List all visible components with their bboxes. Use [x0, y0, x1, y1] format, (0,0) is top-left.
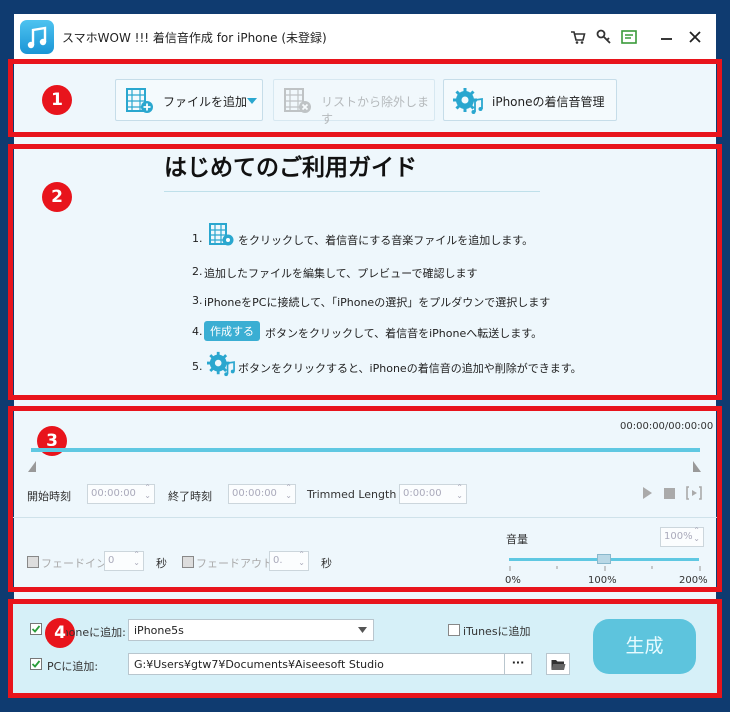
badge-1: 1 [42, 85, 72, 115]
volume-mid-label: 100% [588, 575, 617, 586]
minimize-icon[interactable] [658, 28, 676, 46]
play-icon[interactable] [641, 486, 653, 500]
iphone-device-select[interactable]: iPhone5s [128, 619, 374, 641]
trim-preview-icon[interactable] [686, 486, 702, 500]
film-remove-icon [284, 88, 311, 113]
itunes-add-checkbox[interactable] [448, 624, 460, 636]
folder-icon [551, 660, 566, 670]
guide-step-2: 2. 追加したファイルを編集して、プレビューで確認します [192, 265, 478, 280]
fadeout-input[interactable]: 0. [269, 551, 309, 571]
fadeout-sec-label: 秒 [321, 557, 332, 570]
edit-divider [13, 517, 717, 518]
volume-slider[interactable] [509, 554, 699, 564]
chevron-down-icon[interactable] [247, 98, 257, 104]
fadeout-label: フェードアウト [196, 557, 273, 570]
generate-button[interactable]: 生成 [593, 619, 696, 674]
output-path-input[interactable]: G:¥Users¥gtw7¥Documents¥Aiseesoft Studio [128, 653, 505, 675]
pc-add-checkbox[interactable] [30, 658, 42, 670]
start-time-input[interactable]: 00:00:00 [87, 484, 155, 504]
open-folder-button[interactable] [546, 653, 570, 675]
trim-track[interactable] [31, 448, 700, 452]
iphone-ringtone-manage-button[interactable]: iPhoneの着信音管理 [443, 79, 617, 121]
film-add-icon [126, 88, 153, 113]
volume-max-label: 200% [679, 575, 708, 586]
itunes-add-label: iTunesに追加 [463, 625, 531, 638]
remove-label: リストから除外します [321, 95, 430, 126]
add-file-button[interactable]: ファイルを追加 [115, 79, 263, 121]
title-bar: スマホWOW !!! 着信音作成 for iPhone (未登録) [14, 14, 716, 60]
guide-step-1: 1. をクリックして、着信音にする音楽ファイルを追加します。 [192, 223, 533, 247]
gear-music-icon [207, 351, 235, 377]
guide-step-5: 5. ボタンをクリックすると、iPhoneの着信音の追加や削除ができます。 [192, 351, 582, 377]
start-time-label: 開始時刻 [27, 490, 71, 503]
end-time-input[interactable]: 00:00:00 [228, 484, 296, 504]
stop-icon[interactable] [664, 488, 675, 499]
volume-slider-thumb[interactable] [597, 554, 611, 564]
feedback-icon[interactable] [620, 28, 638, 46]
remove-from-list-button[interactable]: リストから除外します [273, 79, 435, 126]
manage-label: iPhoneの着信音管理 [492, 95, 605, 109]
volume-min-label: 0% [505, 575, 521, 586]
end-time-label: 終了時刻 [168, 490, 212, 503]
badge-2: 2 [42, 182, 72, 212]
volume-label: 音量 [506, 533, 528, 546]
add-file-label: ファイルを追加 [163, 95, 248, 109]
browse-button[interactable]: ··· [504, 653, 532, 675]
cart-icon[interactable] [569, 28, 587, 46]
fadein-input[interactable]: 0 [104, 551, 144, 571]
trimmed-length-input[interactable]: 0:00:00 [399, 484, 467, 504]
start-trim-handle-icon[interactable] [27, 460, 37, 472]
volume-input[interactable]: 100% [660, 527, 704, 547]
guide-divider [164, 191, 540, 192]
chevron-down-icon [358, 627, 367, 633]
fadein-label: フェードイン [41, 557, 107, 570]
trimmed-length-label: Trimmed Length [307, 488, 397, 501]
fadeout-checkbox[interactable] [182, 556, 194, 568]
guide-title: はじめてのご利用ガイド [164, 155, 417, 181]
end-trim-handle-icon[interactable] [692, 460, 702, 472]
film-add-icon [209, 223, 234, 246]
guide-step-4: 4. 作成する ボタンをクリックして、着信音をiPhoneへ転送します。 [192, 321, 542, 341]
iphone-add-checkbox[interactable] [30, 623, 42, 635]
fadein-sec-label: 秒 [156, 557, 167, 570]
create-sample-button: 作成する [204, 321, 260, 341]
gear-music-icon [453, 88, 483, 114]
fadein-checkbox[interactable] [27, 556, 39, 568]
volume-ticks [509, 566, 701, 571]
guide-step-3: 3. iPhoneをPCに接続して、「iPhoneの選択」をプルダウンで選択しま… [192, 294, 551, 309]
key-icon[interactable] [595, 28, 613, 46]
window-title: スマホWOW !!! 着信音作成 for iPhone (未登録) [62, 31, 327, 45]
time-display: 00:00:00/00:00:00 [620, 421, 714, 432]
music-note-app-icon [20, 20, 54, 54]
pc-add-label: PCに追加: [47, 660, 99, 673]
close-icon[interactable] [686, 28, 704, 46]
